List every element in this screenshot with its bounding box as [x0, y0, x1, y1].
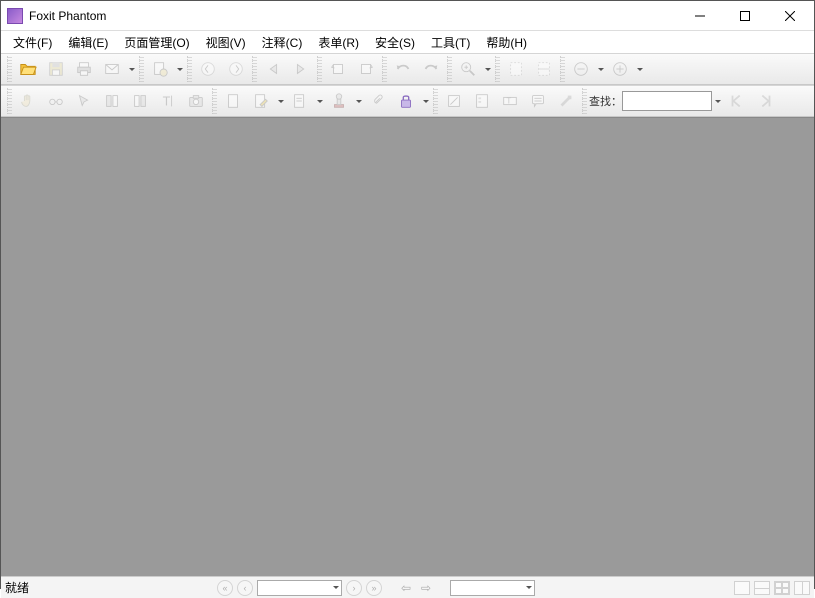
- menu-help[interactable]: 帮助(H): [478, 32, 535, 53]
- title-bar: Foxit Phantom: [1, 1, 814, 31]
- select-tool-icon[interactable]: [71, 88, 97, 114]
- status-prev-page-icon[interactable]: ‹: [237, 580, 253, 596]
- view-continuous-facing-icon[interactable]: [794, 581, 810, 595]
- view-continuous-icon[interactable]: [754, 581, 770, 595]
- app-icon: [7, 8, 23, 24]
- menu-page[interactable]: 页面管理(O): [116, 32, 197, 53]
- link-icon[interactable]: [553, 88, 579, 114]
- security-lock-icon[interactable]: [393, 88, 419, 114]
- document-icon[interactable]: [220, 88, 246, 114]
- menu-file[interactable]: 文件(F): [5, 32, 60, 53]
- svg-text:T: T: [163, 95, 171, 109]
- stamp-icon[interactable]: [326, 88, 352, 114]
- security-dropdown[interactable]: [420, 88, 431, 114]
- search-input[interactable]: [622, 91, 712, 111]
- sign-icon[interactable]: [441, 88, 467, 114]
- toolbar-1: [1, 53, 814, 85]
- search-dropdown[interactable]: [712, 88, 723, 114]
- print-icon[interactable]: [71, 56, 97, 82]
- document-area[interactable]: [1, 117, 814, 576]
- minimize-button[interactable]: [677, 1, 722, 30]
- rotate-left-icon[interactable]: [325, 56, 351, 82]
- text-select-icon[interactable]: T: [155, 88, 181, 114]
- edit-doc-icon[interactable]: [248, 88, 274, 114]
- app-title: Foxit Phantom: [29, 9, 106, 23]
- svg-text:T: T: [506, 97, 511, 106]
- zoom-plus-icon[interactable]: [607, 56, 633, 82]
- menu-tools[interactable]: 工具(T): [423, 32, 478, 53]
- camera-icon[interactable]: [183, 88, 209, 114]
- redo-icon[interactable]: [418, 56, 444, 82]
- nav-forward-icon[interactable]: ⇨: [418, 580, 434, 596]
- search-label: 查找：: [589, 93, 622, 109]
- ocr-dropdown[interactable]: [314, 88, 325, 114]
- stamp-dropdown[interactable]: [353, 88, 364, 114]
- status-text: 就绪: [5, 579, 29, 596]
- edit-doc-dropdown[interactable]: [275, 88, 286, 114]
- snapshot-right-icon[interactable]: [127, 88, 153, 114]
- forward-icon[interactable]: [288, 56, 314, 82]
- zoom-plus-dropdown[interactable]: [634, 56, 645, 82]
- menu-comment[interactable]: 注释(C): [254, 32, 311, 53]
- rotate-right-icon[interactable]: [353, 56, 379, 82]
- email-dropdown[interactable]: [126, 56, 137, 82]
- attach-icon[interactable]: [365, 88, 391, 114]
- open-icon[interactable]: [15, 56, 41, 82]
- snapshot-left-icon[interactable]: [99, 88, 125, 114]
- status-first-page-icon[interactable]: «: [217, 580, 233, 596]
- form-icon[interactable]: [469, 88, 495, 114]
- maximize-button[interactable]: [722, 1, 767, 30]
- toolbar-2: T T 查找：: [1, 85, 814, 117]
- status-bar: 就绪 « ‹ › » ⇦ ⇨: [1, 576, 814, 598]
- nav-back-icon[interactable]: ⇦: [398, 580, 414, 596]
- zoom-minus-dropdown[interactable]: [595, 56, 606, 82]
- prev-page-icon[interactable]: [223, 56, 249, 82]
- glasses-icon[interactable]: [43, 88, 69, 114]
- zoom-in-icon[interactable]: [455, 56, 481, 82]
- close-button[interactable]: [767, 1, 812, 30]
- create-pdf-dropdown[interactable]: [174, 56, 185, 82]
- view-facing-icon[interactable]: [774, 581, 790, 595]
- ocr-icon[interactable]: [287, 88, 313, 114]
- status-last-page-icon[interactable]: »: [366, 580, 382, 596]
- hand-tool-icon[interactable]: [15, 88, 41, 114]
- fit-width-icon[interactable]: [531, 56, 557, 82]
- menu-edit[interactable]: 编辑(E): [60, 32, 116, 53]
- back-icon[interactable]: [260, 56, 286, 82]
- menu-form[interactable]: 表单(R): [310, 32, 367, 53]
- note-icon[interactable]: [525, 88, 551, 114]
- menu-view[interactable]: 视图(V): [198, 32, 254, 53]
- undo-icon[interactable]: [390, 56, 416, 82]
- email-icon[interactable]: [99, 56, 125, 82]
- save-icon[interactable]: [43, 56, 69, 82]
- first-page-icon[interactable]: [195, 56, 221, 82]
- zoom-combo[interactable]: [450, 580, 535, 596]
- create-pdf-icon[interactable]: [147, 56, 173, 82]
- view-single-icon[interactable]: [734, 581, 750, 595]
- menu-bar: 文件(F) 编辑(E) 页面管理(O) 视图(V) 注释(C) 表单(R) 安全…: [1, 31, 814, 53]
- fit-page-icon[interactable]: [503, 56, 529, 82]
- zoom-dropdown[interactable]: [482, 56, 493, 82]
- status-next-page-icon[interactable]: ›: [346, 580, 362, 596]
- page-number-combo[interactable]: [257, 580, 342, 596]
- find-next-icon[interactable]: [752, 88, 778, 114]
- menu-secure[interactable]: 安全(S): [367, 32, 423, 53]
- text-field-icon[interactable]: T: [497, 88, 523, 114]
- find-prev-icon[interactable]: [724, 88, 750, 114]
- zoom-minus-icon[interactable]: [568, 56, 594, 82]
